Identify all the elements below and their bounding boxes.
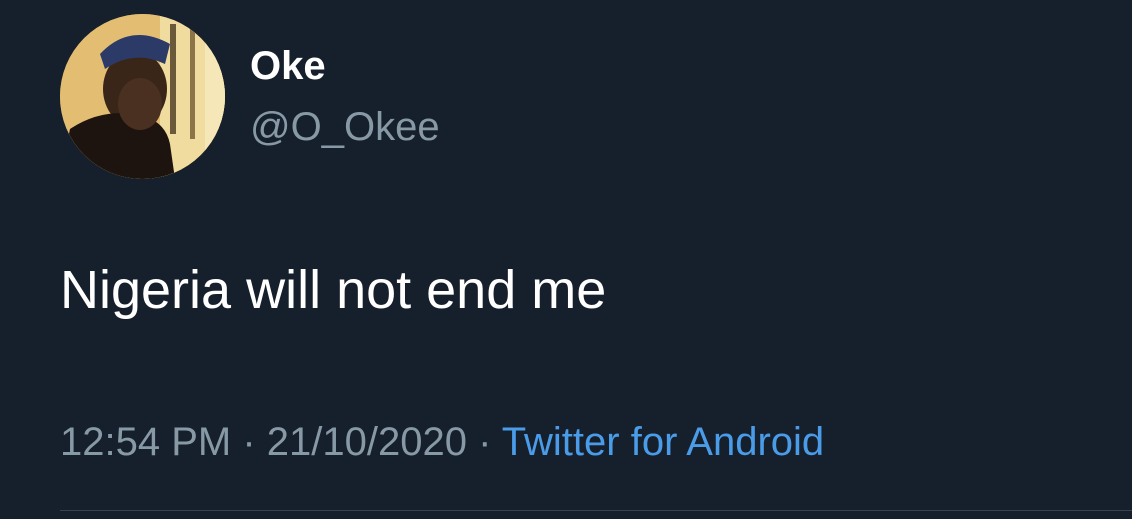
tweet-metadata: 12:54 PM · 21/10/2020 · Twitter for Andr…	[60, 417, 824, 467]
tweet-date[interactable]: 21/10/2020	[267, 420, 467, 464]
tweet-text: Nigeria will not end me	[60, 260, 607, 320]
profile-photo-icon	[60, 14, 225, 179]
tweet-source-link[interactable]: Twitter for Android	[502, 420, 824, 464]
avatar[interactable]	[60, 14, 225, 179]
divider	[60, 510, 1132, 511]
display-name[interactable]: Oke	[250, 42, 326, 90]
meta-separator: ·	[466, 420, 502, 464]
user-handle[interactable]: @O_Okee	[250, 103, 440, 151]
tweet-time[interactable]: 12:54 PM	[60, 420, 231, 464]
tweet-card: Oke @O_Okee Nigeria will not end me 12:5…	[0, 0, 1132, 519]
meta-separator: ·	[231, 420, 267, 464]
